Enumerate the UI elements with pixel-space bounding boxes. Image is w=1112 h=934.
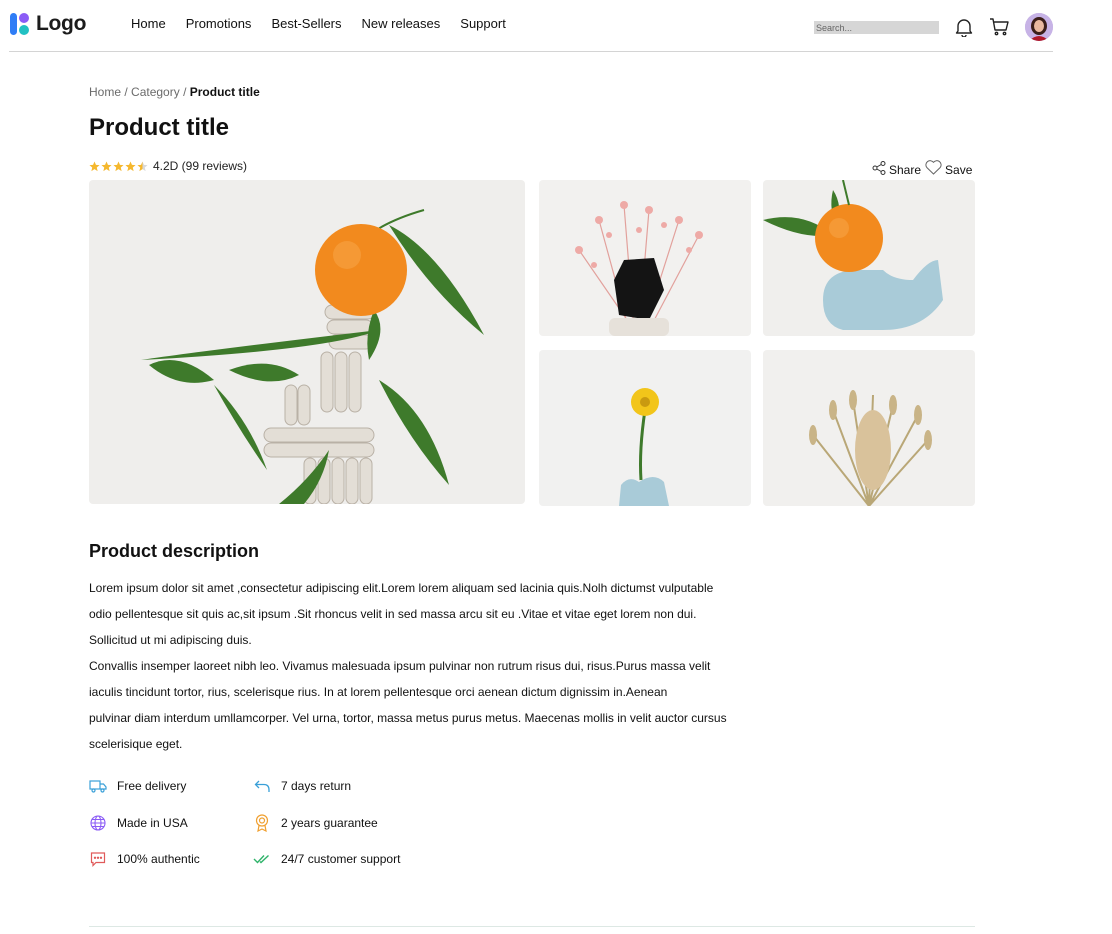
rating-stars — [89, 160, 148, 172]
feature-label: 7 days return — [281, 779, 352, 793]
logo[interactable]: Logo — [10, 12, 86, 36]
feature-customer-support: 24/7 customer support — [253, 850, 400, 868]
section-divider — [89, 926, 975, 927]
product-rating[interactable]: 4.2D (99 reviews) — [89, 159, 247, 173]
feature-2-years-guarantee: 2 years guarantee — [253, 814, 378, 832]
product-actions: Share Save — [872, 160, 976, 177]
heart-icon — [925, 160, 942, 175]
thumbnail-image[interactable] — [539, 180, 751, 336]
user-avatar[interactable] — [1025, 13, 1053, 41]
nav-new-releases[interactable]: New releases — [362, 16, 441, 31]
breadcrumb-separator: / — [179, 85, 190, 99]
feature-label: Made in USA — [117, 816, 188, 830]
thumbnail-image[interactable] — [539, 350, 751, 506]
feature-label: 100% authentic — [117, 852, 200, 866]
star-icon — [125, 160, 136, 171]
search-input[interactable] — [814, 21, 939, 34]
breadcrumb: Home / Category / Product title — [89, 85, 260, 99]
breadcrumb-separator: / — [121, 85, 132, 99]
bell-icon — [955, 19, 973, 37]
description-line: odio pellentesque sit quis ac,sit ipsum … — [89, 607, 697, 621]
share-label: Share — [889, 162, 922, 177]
cart-icon — [990, 18, 1009, 36]
save-button[interactable]: Save — [925, 160, 973, 177]
thumbnail-image[interactable] — [763, 180, 975, 336]
truck-icon — [89, 777, 107, 795]
return-arrow-icon — [253, 777, 271, 795]
page-title: Product title — [89, 114, 230, 141]
rating-text: 4.2D (99 reviews) — [153, 159, 248, 173]
star-icon — [101, 160, 112, 171]
share-icon — [872, 160, 886, 175]
description-line: Lorem ipsum dolor sit amet ,consectetur … — [89, 581, 714, 595]
avatar-icon — [1025, 13, 1053, 41]
feature-100-authentic: 100% authentic — [89, 850, 200, 868]
main-nav: Home Promotions Best-Sellers New release… — [131, 16, 506, 31]
nav-best-sellers[interactable]: Best-Sellers — [271, 16, 341, 31]
star-icon — [89, 160, 100, 171]
feature-7-days-return: 7 days return — [253, 777, 351, 795]
star-icon — [113, 160, 124, 171]
cart-button[interactable] — [988, 16, 1010, 38]
feature-label: Free delivery — [117, 779, 187, 793]
description-line: Convallis insemper laoreet nibh leo. Viv… — [89, 659, 711, 673]
feature-label: 24/7 customer support — [281, 852, 401, 866]
notifications-button[interactable] — [953, 16, 975, 38]
feature-free-delivery: Free delivery — [89, 777, 186, 795]
award-icon — [253, 814, 271, 832]
share-button[interactable]: Share — [872, 160, 922, 177]
description-line: iaculis tincidunt tortor, rius, sceleris… — [89, 685, 668, 699]
double-check-icon — [253, 850, 271, 868]
half-star-icon — [137, 160, 148, 171]
top-header: Logo Home Promotions Best-Sellers New re… — [9, 0, 1053, 52]
logo-text: Logo — [36, 12, 87, 35]
description-line: scelerisique eget. — [89, 737, 183, 751]
message-icon — [89, 850, 107, 868]
breadcrumb-current: Product title — [189, 85, 260, 99]
description-body: Lorem ipsum dolor sit amet ,consectetur … — [89, 575, 749, 757]
feature-label: 2 years guarantee — [281, 816, 378, 830]
description-title: Product description — [89, 541, 260, 561]
nav-home[interactable]: Home — [131, 16, 166, 31]
description-line: Sollicitud ut mi adipiscing duis. — [89, 633, 252, 647]
breadcrumb-category[interactable]: Category — [131, 85, 180, 99]
description-line: pulvinar diam interdum umllamcorper. Vel… — [89, 711, 727, 725]
logo-mark-icon — [10, 13, 30, 35]
save-label: Save — [945, 163, 973, 177]
breadcrumb-home[interactable]: Home — [89, 85, 121, 99]
feature-made-in-usa: Made in USA — [89, 814, 188, 832]
thumbnail-image[interactable] — [763, 350, 975, 506]
main-product-image[interactable] — [89, 180, 525, 504]
globe-icon — [89, 814, 107, 832]
nav-promotions[interactable]: Promotions — [186, 16, 252, 31]
nav-support[interactable]: Support — [460, 16, 506, 31]
